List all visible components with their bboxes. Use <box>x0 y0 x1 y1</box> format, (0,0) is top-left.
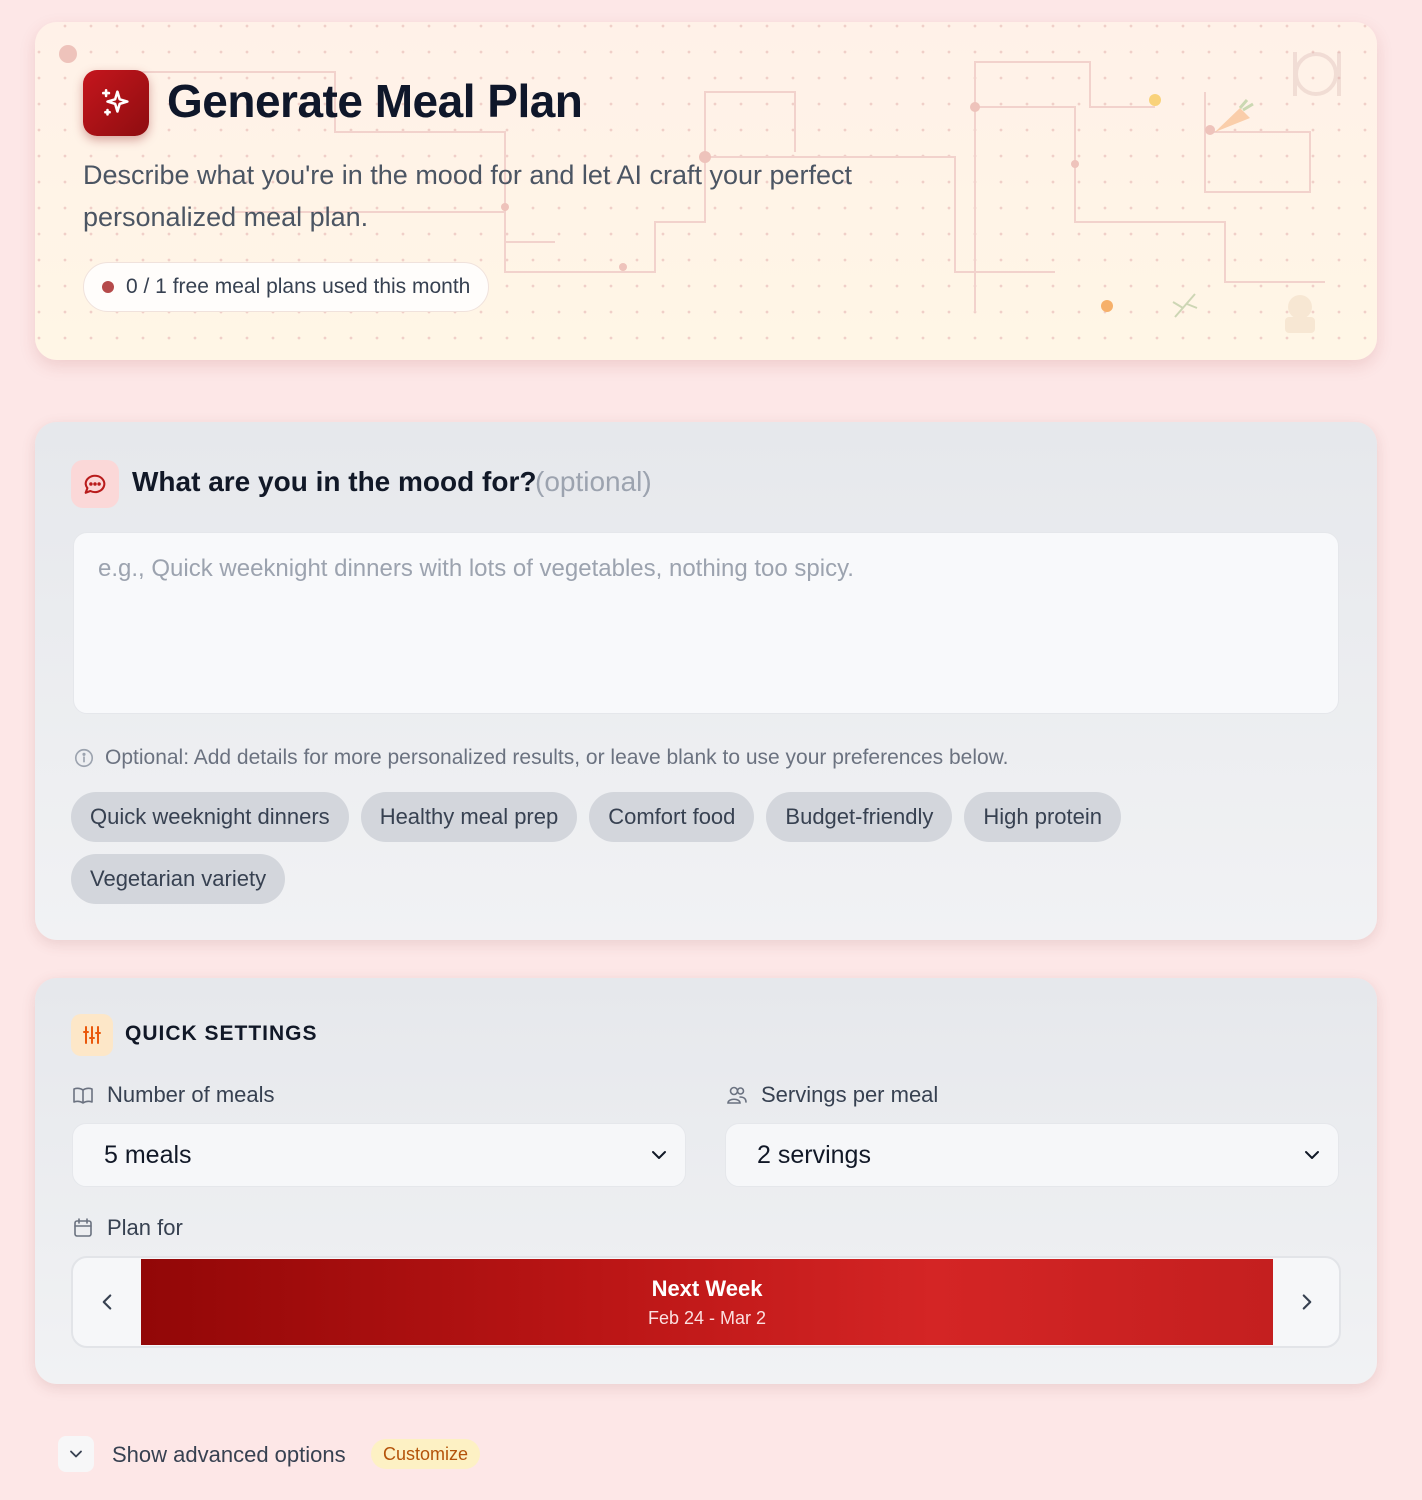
suggestion-chips: Quick weeknight dinners Healthy meal pre… <box>71 792 1331 904</box>
mood-optional-label: (optional) <box>535 466 652 497</box>
book-icon <box>73 1087 93 1104</box>
mood-input[interactable] <box>73 532 1339 714</box>
suggestion-chip[interactable]: Quick weeknight dinners <box>71 792 349 842</box>
sparkles-logo <box>83 70 149 136</box>
chevron-down-icon <box>1305 1151 1319 1159</box>
chat-bubble-icon <box>71 460 119 508</box>
info-icon <box>74 748 94 768</box>
plan-for-label-text: Plan for <box>107 1215 183 1240</box>
next-week-button[interactable] <box>1273 1258 1341 1346</box>
selected-week[interactable]: Next Week Feb 24 - Mar 2 <box>141 1259 1273 1345</box>
page-title: Generate Meal Plan <box>167 75 583 127</box>
chevron-down-icon <box>70 1450 82 1458</box>
advanced-options-toggle[interactable] <box>58 1436 94 1472</box>
usage-status-dot <box>102 281 114 293</box>
usage-text: 0 / 1 free meal plans used this month <box>126 275 471 298</box>
page-description: Describe what you're in the mood for and… <box>83 160 853 232</box>
plan-for-label: Plan for <box>71 1215 183 1241</box>
suggestion-chip[interactable]: High protein <box>964 792 1122 842</box>
mood-title: What are you in the mood for? <box>132 466 537 497</box>
suggestion-chip[interactable]: Vegetarian variety <box>71 854 286 904</box>
meals-select[interactable]: 5 meals <box>72 1123 686 1187</box>
meals-label: Number of meals <box>71 1082 275 1108</box>
meal-plan-page: Generate Meal Plan Describe what you're … <box>0 0 1422 1500</box>
suggestion-chip[interactable]: Healthy meal prep <box>360 792 578 842</box>
suggestion-chip[interactable]: Comfort food <box>589 792 755 842</box>
mood-card: What are you in the mood for? (optional)… <box>35 422 1377 940</box>
suggestion-chip[interactable]: Budget-friendly <box>766 792 953 842</box>
chevron-down-icon <box>652 1151 666 1159</box>
servings-select-value: 2 servings <box>757 1140 871 1169</box>
hero-card: Generate Meal Plan Describe what you're … <box>35 22 1377 360</box>
users-icon <box>727 1086 747 1104</box>
chevron-left-icon <box>102 1294 112 1310</box>
advanced-options-label[interactable]: Show advanced options <box>112 1442 346 1468</box>
calendar-icon <box>74 1218 92 1237</box>
servings-label: Servings per meal <box>725 1082 938 1108</box>
chevron-right-icon <box>1302 1294 1312 1310</box>
servings-select[interactable]: 2 servings <box>725 1123 1339 1187</box>
customize-badge: Customize <box>371 1439 481 1469</box>
quick-settings-card: QUICK SETTINGS Number of meals 5 meals S… <box>35 978 1377 1384</box>
servings-label-text: Servings per meal <box>761 1082 939 1107</box>
mood-hint: Optional: Add details for more personali… <box>73 746 1009 770</box>
quick-settings-title: QUICK SETTINGS <box>125 1022 318 1045</box>
usage-badge: 0 / 1 free meal plans used this month <box>83 262 490 312</box>
meals-label-text: Number of meals <box>107 1082 275 1107</box>
week-picker: Next Week Feb 24 - Mar 2 <box>71 1256 1341 1348</box>
sparkles-icon <box>101 88 129 116</box>
previous-week-button[interactable] <box>73 1258 141 1346</box>
meals-select-value: 5 meals <box>104 1140 192 1169</box>
week-dates: Feb 24 - Mar 2 <box>647 1307 767 1328</box>
mood-hint-text: Optional: Add details for more personali… <box>105 746 1009 769</box>
sliders-icon <box>71 1014 113 1056</box>
week-title: Next Week <box>651 1275 763 1301</box>
